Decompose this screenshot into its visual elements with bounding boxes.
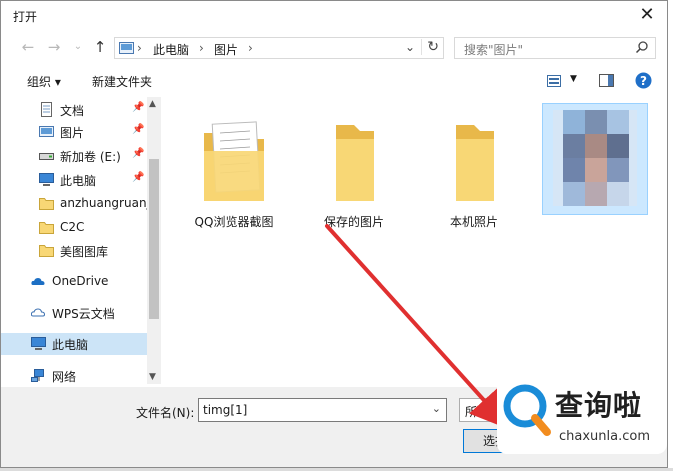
sidebar-item-meitu-gallery[interactable]: 美图图库	[11, 240, 146, 262]
close-icon[interactable]: ✕	[635, 4, 659, 26]
navigation-bar: ← → ⌄ ↑ › 此电脑 › 图片 › ⌄ ↻ 搜索"图片"	[1, 34, 667, 62]
file-list: QQ浏览器截图 保存的图片 本机照片	[163, 97, 663, 384]
scrollbar-thumb[interactable]	[149, 159, 159, 319]
organize-menu[interactable]: 组织 ▾	[27, 73, 61, 90]
pin-icon: 📌	[132, 124, 145, 135]
sidebar-item-documents[interactable]: 文档 📌	[11, 99, 146, 121]
folder-icon	[39, 222, 54, 234]
forward-arrow-icon[interactable]: →	[45, 38, 63, 56]
watermark-domain: chaxunla.com	[559, 429, 650, 444]
sidebar-item-label: WPS云文档	[52, 307, 115, 321]
onedrive-icon	[31, 278, 45, 285]
folder-label: 保存的图片	[323, 215, 384, 229]
pin-icon: 📌	[132, 102, 145, 113]
filename-input[interactable]: timg[1] ⌄	[198, 398, 447, 422]
sidebar-item-anzhuangruanj[interactable]: anzhuangruanj	[11, 193, 150, 215]
address-dropdown-icon[interactable]: ⌄	[405, 40, 415, 54]
sidebar-item-label: C2C	[60, 220, 85, 234]
sidebar-item-label: 美图图库	[60, 245, 109, 259]
filename-label: 文件名(N):	[136, 406, 195, 420]
drive-icon	[39, 153, 54, 160]
sidebar-item-this-pc-pinned[interactable]: 此电脑 📌	[11, 169, 146, 191]
recent-chevron-icon[interactable]: ⌄	[69, 38, 87, 56]
title-bar: 打开 ✕	[1, 1, 667, 31]
address-bar[interactable]: › 此电脑 › 图片 › ⌄ ↻	[114, 37, 444, 59]
dialog-title: 打开	[13, 10, 38, 24]
sidebar-item-c2c[interactable]: C2C	[11, 217, 146, 239]
cloud-icon	[31, 308, 46, 317]
search-input[interactable]: 搜索"图片"	[464, 41, 523, 58]
back-arrow-icon[interactable]: ←	[19, 38, 37, 56]
breadcrumb-this-pc[interactable]: 此电脑	[153, 41, 189, 58]
pictures-location-icon	[119, 42, 134, 54]
view-dropdown-icon[interactable]: ▼	[570, 74, 577, 84]
view-options-icon[interactable]	[547, 75, 561, 87]
folder-item-camera-roll[interactable]: 本机照片	[419, 109, 529, 229]
sidebar-item-label: OneDrive	[52, 274, 109, 288]
sidebar-scrollbar[interactable]: ▲ ▼	[147, 97, 161, 384]
search-box[interactable]: 搜索"图片"	[454, 37, 656, 59]
svg-text:?: ?	[640, 74, 647, 88]
scroll-down-icon[interactable]: ▼	[149, 372, 156, 382]
pictures-icon	[39, 126, 54, 137]
folder-icon	[456, 125, 494, 201]
filetype-value: 所有	[465, 405, 490, 419]
breadcrumb-pictures[interactable]: 图片	[214, 41, 238, 58]
image-item-selected[interactable]	[542, 103, 648, 215]
breadcrumb-separator-icon: ›	[248, 41, 253, 55]
up-arrow-icon[interactable]: ↑	[91, 38, 109, 56]
pc-icon	[39, 173, 54, 186]
command-bar: 组织 ▾ 新建文件夹 ▼ ?	[1, 67, 667, 95]
filename-value: timg[1]	[203, 403, 248, 417]
pc-icon	[31, 337, 46, 350]
folder-label: QQ浏览器截图	[194, 215, 274, 229]
help-icon[interactable]: ?	[635, 72, 652, 89]
sidebar-item-label: 网络	[52, 370, 77, 384]
folder-icon	[39, 198, 54, 210]
sidebar-item-onedrive[interactable]: OneDrive	[1, 271, 147, 293]
navigation-pane: 文档 📌 图片 📌 新加卷 (E:) 📌 此电脑 📌 anzhuangruanj…	[1, 97, 161, 384]
folder-item-qq-screenshots[interactable]: QQ浏览器截图	[179, 109, 289, 229]
breadcrumb-separator-icon: ›	[137, 41, 142, 55]
folder-icon	[336, 125, 374, 201]
scroll-up-icon[interactable]: ▲	[149, 99, 156, 109]
folder-label: 本机照片	[449, 215, 498, 229]
watermark: 查询啦 chaxunla.com	[497, 376, 667, 454]
document-icon	[41, 102, 52, 117]
pin-icon: 📌	[132, 172, 145, 183]
pin-icon: 📌	[132, 148, 145, 159]
watermark-logo-icon	[503, 384, 551, 436]
sidebar-item-label: anzhuangruanj	[60, 196, 150, 210]
folder-icon	[39, 245, 54, 257]
folder-item-saved-pictures[interactable]: 保存的图片	[299, 109, 409, 229]
search-icon	[635, 41, 648, 54]
preview-pane-icon[interactable]	[599, 74, 614, 87]
new-folder-button[interactable]: 新建文件夹	[92, 73, 152, 90]
sidebar-item-this-pc[interactable]: 此电脑	[1, 333, 147, 355]
sidebar-item-pictures[interactable]: 图片 📌	[11, 121, 146, 143]
breadcrumb-separator-icon: ›	[199, 41, 204, 55]
network-icon	[31, 369, 44, 382]
sidebar-item-network[interactable]: 网络	[1, 365, 147, 387]
filename-dropdown-icon[interactable]: ⌄	[432, 402, 441, 415]
watermark-brand: 查询啦	[555, 389, 643, 422]
sidebar-item-label: 此电脑	[52, 338, 89, 352]
refresh-icon[interactable]: ↻	[421, 39, 439, 55]
sidebar-item-drive-e[interactable]: 新加卷 (E:) 📌	[11, 145, 146, 167]
folder-with-documents-icon	[204, 121, 264, 201]
sidebar-item-wps-cloud[interactable]: WPS云文档	[1, 302, 147, 324]
image-thumbnail-icon	[553, 110, 637, 206]
